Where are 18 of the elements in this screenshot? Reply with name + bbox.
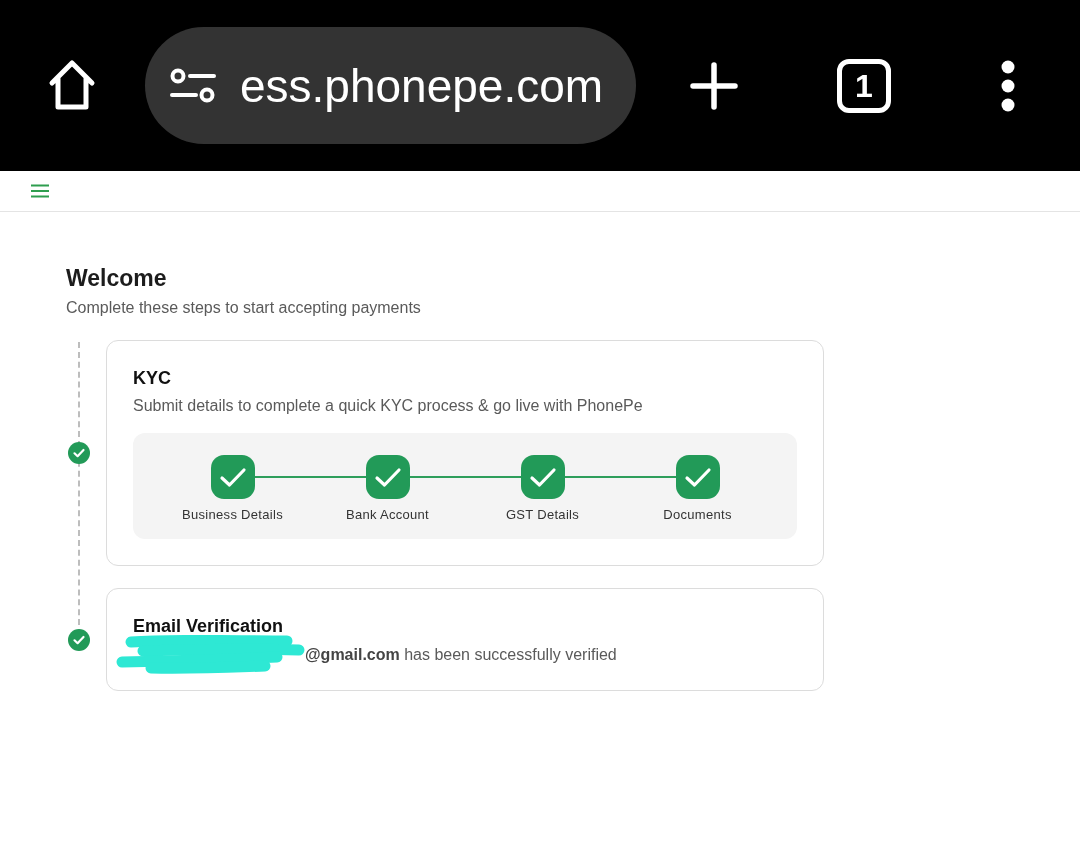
- step-title: Email Verification: [133, 615, 284, 637]
- step-description: Submit details to complete a quick KYC process & go live with PhonePe: [133, 396, 643, 416]
- substep-label: GST Details: [505, 507, 580, 523]
- substep-label: Documents: [663, 507, 732, 523]
- welcome-title: Welcome: [66, 264, 167, 292]
- url-text: ess.phonepe.com: [240, 58, 604, 114]
- welcome-subtitle: Complete these steps to start accepting payments: [66, 298, 421, 318]
- tab-count-button[interactable]: 1: [837, 58, 891, 113]
- more-options-icon[interactable]: [1001, 59, 1015, 112]
- substep-label: Bank Account: [345, 507, 430, 523]
- home-icon[interactable]: [47, 58, 97, 111]
- sliders-icon[interactable]: [170, 67, 216, 104]
- step-description: @gmail.com has been successfully verified: [305, 645, 617, 665]
- step-title: KYC: [133, 367, 171, 389]
- menu-icon[interactable]: [30, 184, 50, 198]
- plus-icon[interactable]: [690, 61, 738, 110]
- address-bar[interactable]: ess.phonepe.com: [145, 27, 636, 144]
- substep-label: Business Details: [182, 507, 283, 523]
